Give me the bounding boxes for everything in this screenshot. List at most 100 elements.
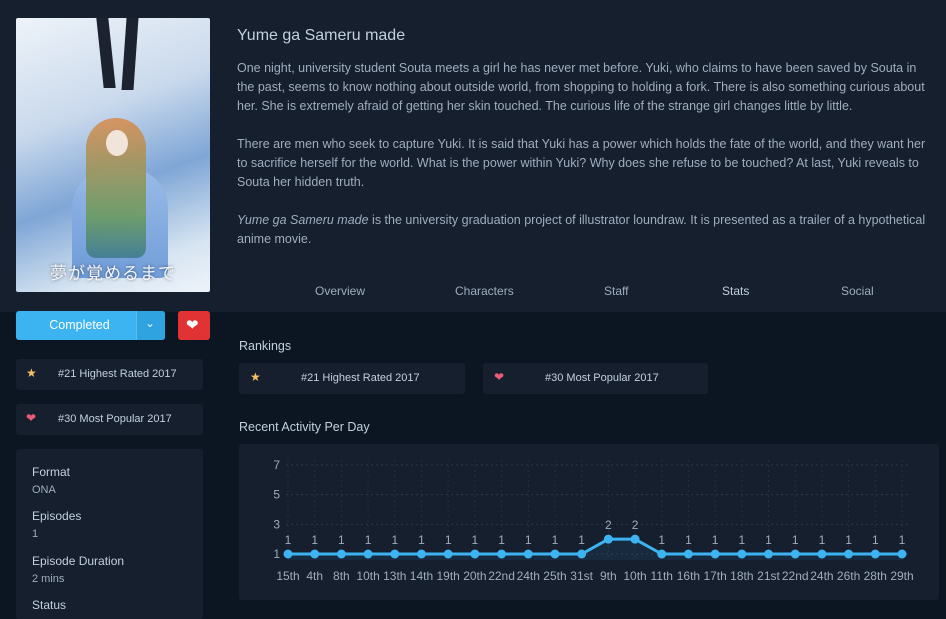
data-label: 1 [338,533,345,547]
data-label: 1 [792,533,799,547]
x-tick-label: 4th [306,569,323,583]
tab-staff[interactable]: Staff [604,284,628,298]
y-tick-label: 3 [273,517,280,531]
info-key-status: Status [32,598,67,612]
data-point [683,549,693,559]
tab-characters[interactable]: Characters [455,284,514,298]
anime-title: Yume ga Sameru made [237,27,406,44]
data-label: 1 [311,533,318,547]
data-point [737,549,747,559]
description-italic-title: Yume ga Sameru made [237,213,369,227]
x-tick-label: 13th [383,569,406,583]
data-point [577,549,587,559]
x-tick-label: 22nd [488,569,515,583]
heart-icon: ❤ [186,317,199,334]
tab-overview[interactable]: Overview [315,284,365,298]
data-point [710,549,720,559]
data-point [416,549,426,559]
data-point [336,549,346,559]
ranking-card-popular[interactable]: ❤ #30 Most Popular 2017 [483,363,708,394]
data-label: 1 [845,533,852,547]
data-point [844,549,854,559]
favourite-button[interactable]: ❤ [178,311,210,340]
data-point [897,549,907,559]
info-key-episodes: Episodes [32,509,82,523]
data-point [470,549,480,559]
data-point [790,549,800,559]
cover-image: 夢が覚めるまで [16,18,210,292]
x-tick-label: 11th [651,569,673,583]
tab-bar: Overview Characters Staff Stats Social [278,284,938,298]
anime-description: One night, university student Souta meet… [237,59,935,268]
info-key-duration: Episode Duration [32,554,125,568]
data-label: 1 [285,533,292,547]
x-tick-label: 21st [757,569,780,583]
x-tick-label: 8th [333,569,350,583]
info-value-format: ONA [32,484,56,496]
x-tick-label: 29th [890,569,913,583]
tab-stats[interactable]: Stats [722,284,749,298]
cover-figure-face [106,130,128,156]
activity-title: Recent Activity Per Day [239,420,370,434]
ranking-label: #21 Highest Rated 2017 [301,372,420,384]
data-point [310,549,320,559]
data-label: 2 [632,518,639,532]
data-label: 1 [418,533,425,547]
sidebar-rank-highest[interactable]: ★ #21 Highest Rated 2017 [16,359,203,390]
cover-figure-leg [121,18,139,90]
area-fill [288,539,902,560]
data-label: 1 [578,533,585,547]
list-status-label: Completed [49,318,110,332]
list-status-dropdown[interactable]: ⌄ [136,311,165,340]
data-label: 1 [498,533,505,547]
x-tick-label: 26th [837,569,860,583]
sidebar-rank-popular[interactable]: ❤ #30 Most Popular 2017 [16,404,203,435]
x-tick-label: 19th [436,569,459,583]
x-tick-label: 31st [570,569,593,583]
info-value-duration: 2 mins [32,573,65,585]
x-tick-label: 22nd [782,569,809,583]
x-tick-label: 15th [276,569,299,583]
chevron-down-icon: ⌄ [145,316,156,330]
ranking-label: #30 Most Popular 2017 [545,372,659,384]
rankings-title: Rankings [239,339,292,353]
data-label: 1 [685,533,692,547]
activity-chart: 1 3 5 7 1 15th 1 4th 1 8th 1 10th 1 13th 1 14th 1 19th 1 20… [239,444,939,600]
list-status-button[interactable]: Completed ⌄ [16,311,165,340]
star-icon: ★ [26,366,37,380]
y-tick-label: 7 [273,458,280,472]
heart-icon: ❤ [494,370,505,384]
data-point [764,549,774,559]
data-label: 2 [605,518,612,532]
x-tick-label: 24th [810,569,833,583]
tab-social[interactable]: Social [841,284,874,298]
data-point [630,534,640,544]
data-label: 1 [552,533,559,547]
y-tick-label: 1 [273,547,280,561]
description-paragraph: One night, university student Souta meet… [237,61,925,113]
description-paragraph: Yume ga Sameru made is the university gr… [237,211,935,249]
y-tick-label: 5 [273,488,280,502]
info-key-format: Format [32,465,71,479]
x-tick-label: 16th [677,569,700,583]
data-point [390,549,400,559]
heart-icon: ❤ [26,411,37,425]
x-tick-label: 25th [543,569,566,583]
star-icon: ★ [250,370,261,384]
ranking-card-highest[interactable]: ★ #21 Highest Rated 2017 [239,363,465,394]
data-label: 1 [658,533,665,547]
x-tick-label: 20th [463,569,486,583]
x-tick-label: 18th [730,569,753,583]
data-label: 1 [391,533,398,547]
data-point [603,534,613,544]
rank-label: #21 Highest Rated 2017 [58,368,177,380]
data-label: 1 [525,533,532,547]
x-tick-label: 9th [600,569,617,583]
data-label: 1 [872,533,879,547]
data-label: 1 [738,533,745,547]
rank-label: #30 Most Popular 2017 [58,413,172,425]
description-paragraph: There are men who seek to capture Yuki. … [237,137,926,189]
data-label: 1 [765,533,772,547]
data-point [283,549,293,559]
x-tick-label: 10th [356,569,379,583]
